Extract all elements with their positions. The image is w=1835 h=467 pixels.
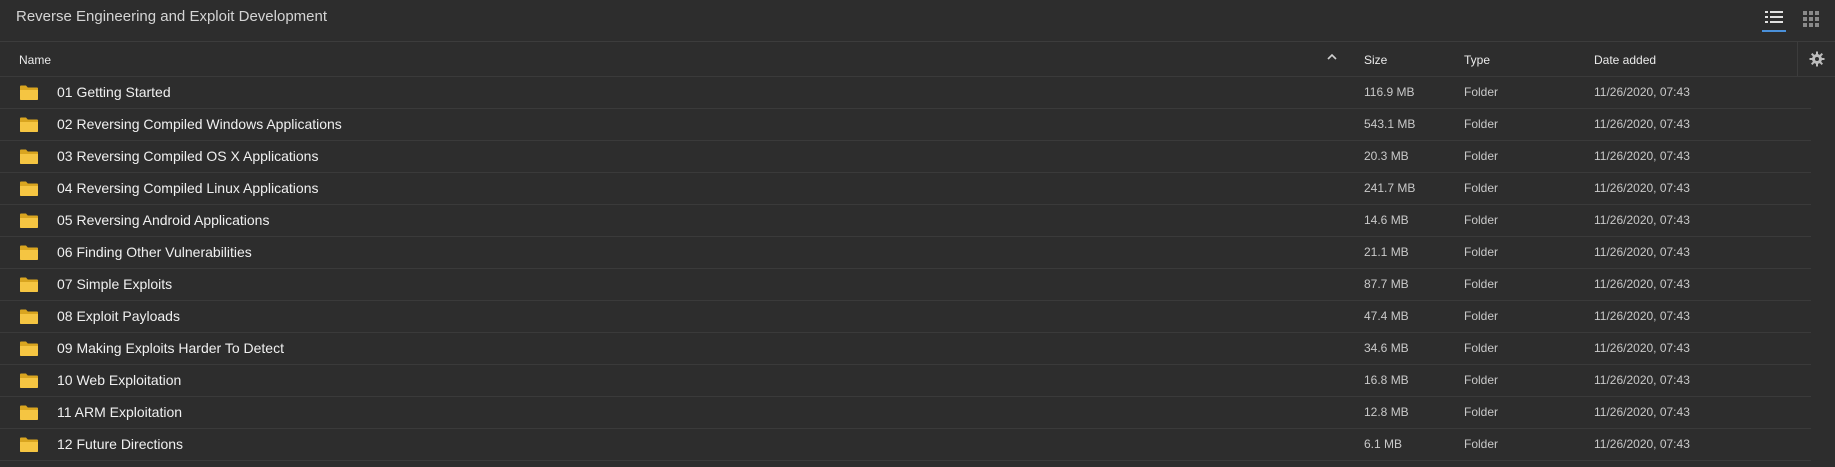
file-name[interactable]: 03 Reversing Compiled OS X Applications [57, 148, 318, 164]
folder-icon [20, 85, 38, 100]
table-row[interactable]: 09 Making Exploits Harder To Detect 34.6… [0, 333, 1811, 365]
file-list: 01 Getting Started 116.9 MB Folder 11/26… [0, 77, 1835, 461]
table-row[interactable]: 05 Reversing Android Applications 14.6 M… [0, 205, 1811, 237]
file-size: 12.8 MB [1364, 405, 1409, 419]
file-date-added: 11/26/2020, 07:43 [1594, 437, 1690, 451]
file-size: 241.7 MB [1364, 181, 1416, 195]
file-type: Folder [1464, 149, 1499, 163]
folder-icon [20, 309, 38, 324]
file-size: 6.1 MB [1364, 437, 1403, 451]
file-size: 20.3 MB [1364, 149, 1409, 163]
file-date-added: 11/26/2020, 07:43 [1594, 149, 1690, 163]
sort-ascending-icon[interactable] [1326, 51, 1338, 66]
file-type: Folder [1464, 213, 1499, 227]
column-name-header[interactable]: Name [19, 53, 51, 67]
folder-icon [20, 213, 38, 228]
file-size: 87.7 MB [1364, 277, 1409, 291]
file-name[interactable]: 10 Web Exploitation [57, 372, 181, 388]
file-type: Folder [1464, 117, 1499, 131]
table-row[interactable]: 07 Simple Exploits 87.7 MB Folder 11/26/… [0, 269, 1811, 301]
folder-icon [20, 373, 38, 388]
table-row[interactable]: 11 ARM Exploitation 12.8 MB Folder 11/26… [0, 397, 1811, 429]
table-row[interactable]: 01 Getting Started 116.9 MB Folder 11/26… [0, 77, 1811, 109]
file-name[interactable]: 07 Simple Exploits [57, 276, 172, 292]
file-date-added: 11/26/2020, 07:43 [1594, 85, 1690, 99]
file-date-added: 11/26/2020, 07:43 [1594, 309, 1690, 323]
list-view-button[interactable] [1762, 8, 1786, 32]
grid-view-button[interactable] [1801, 9, 1821, 29]
file-size: 14.6 MB [1364, 213, 1409, 227]
folder-icon [20, 245, 38, 260]
file-name[interactable]: 11 ARM Exploitation [57, 404, 182, 420]
folder-icon [20, 149, 38, 164]
file-date-added: 11/26/2020, 07:43 [1594, 213, 1690, 227]
file-type: Folder [1464, 181, 1499, 195]
table-row[interactable]: 08 Exploit Payloads 47.4 MB Folder 11/26… [0, 301, 1811, 333]
file-type: Folder [1464, 277, 1499, 291]
column-type-header[interactable]: Type [1464, 53, 1490, 67]
file-date-added: 11/26/2020, 07:43 [1594, 373, 1690, 387]
table-row[interactable]: 12 Future Directions 6.1 MB Folder 11/26… [0, 429, 1811, 461]
file-type: Folder [1464, 341, 1499, 355]
top-bar: Reverse Engineering and Exploit Developm… [0, 0, 1835, 42]
file-type: Folder [1464, 245, 1499, 259]
table-row[interactable]: 06 Finding Other Vulnerabilities 21.1 MB… [0, 237, 1811, 269]
grid-view-icon [1803, 11, 1819, 27]
file-type: Folder [1464, 437, 1499, 451]
file-name[interactable]: 06 Finding Other Vulnerabilities [57, 244, 252, 260]
file-date-added: 11/26/2020, 07:43 [1594, 245, 1690, 259]
page-title: Reverse Engineering and Exploit Developm… [16, 8, 328, 25]
file-date-added: 11/26/2020, 07:43 [1594, 117, 1690, 131]
file-size: 34.6 MB [1364, 341, 1409, 355]
file-date-added: 11/26/2020, 07:43 [1594, 181, 1690, 195]
file-type: Folder [1464, 85, 1499, 99]
file-type: Folder [1464, 309, 1499, 323]
table-row[interactable]: 02 Reversing Compiled Windows Applicatio… [0, 109, 1811, 141]
file-name[interactable]: 04 Reversing Compiled Linux Applications [57, 180, 318, 196]
file-name[interactable]: 12 Future Directions [57, 436, 183, 452]
file-type: Folder [1464, 373, 1499, 387]
file-date-added: 11/26/2020, 07:43 [1594, 277, 1690, 291]
folder-icon [20, 405, 38, 420]
file-size: 116.9 MB [1364, 85, 1415, 99]
file-name[interactable]: 01 Getting Started [57, 84, 171, 100]
file-size: 16.8 MB [1364, 373, 1409, 387]
file-date-added: 11/26/2020, 07:43 [1594, 405, 1690, 419]
column-date-header[interactable]: Date added [1594, 53, 1656, 67]
file-name[interactable]: 02 Reversing Compiled Windows Applicatio… [57, 116, 342, 132]
file-type: Folder [1464, 405, 1499, 419]
file-name[interactable]: 09 Making Exploits Harder To Detect [57, 340, 284, 356]
file-name[interactable]: 08 Exploit Payloads [57, 308, 180, 324]
column-settings-button[interactable] [1797, 42, 1835, 76]
folder-icon [20, 341, 38, 356]
file-name[interactable]: 05 Reversing Android Applications [57, 212, 269, 228]
file-size: 47.4 MB [1364, 309, 1409, 323]
column-header: Name Size Type Date added [0, 42, 1835, 77]
table-row[interactable]: 10 Web Exploitation 16.8 MB Folder 11/26… [0, 365, 1811, 397]
file-size: 21.1 MB [1364, 245, 1409, 259]
gear-icon [1809, 51, 1825, 67]
folder-icon [20, 437, 38, 452]
folder-icon [20, 181, 38, 196]
file-size: 543.1 MB [1364, 117, 1416, 131]
table-row[interactable]: 03 Reversing Compiled OS X Applications … [0, 141, 1811, 173]
folder-icon [20, 277, 38, 292]
list-view-icon [1765, 11, 1783, 23]
folder-icon [20, 117, 38, 132]
table-row[interactable]: 04 Reversing Compiled Linux Applications… [0, 173, 1811, 205]
file-date-added: 11/26/2020, 07:43 [1594, 341, 1690, 355]
column-size-header[interactable]: Size [1364, 53, 1387, 67]
